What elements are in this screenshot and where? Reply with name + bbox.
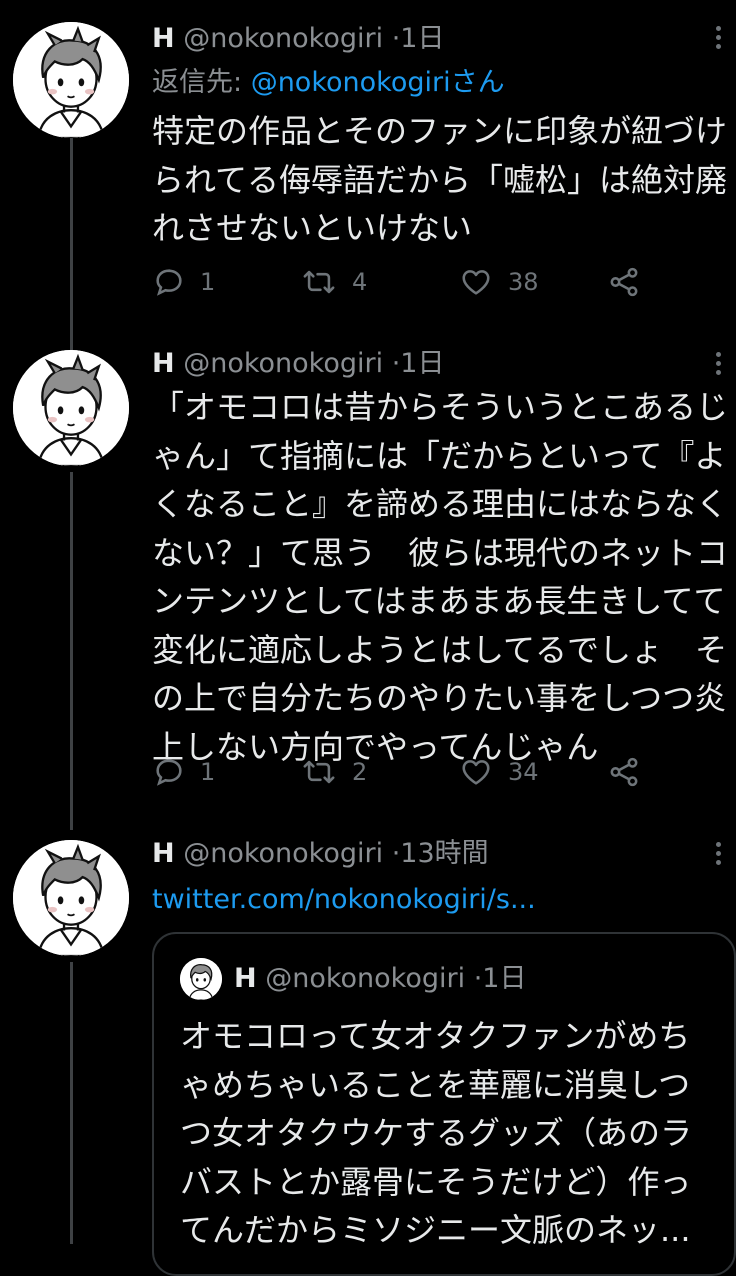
avatar-icon xyxy=(180,958,222,1000)
tweet[interactable]: H @nokonokogiri ·1日 返信先: @nokonokogiriさん… xyxy=(0,0,736,340)
reply-button[interactable]: 1 xyxy=(152,262,215,302)
quoted-tweet[interactable]: H @nokonokogiri ·1日 オモコロって女オタクファンがめち ゃめち… xyxy=(152,932,736,1276)
heart-icon xyxy=(462,270,490,295)
share-icon xyxy=(610,267,638,297)
tweet-text: 「オモコロは昔からそういうとこあるじ ゃん」て指摘には「だからといって『よ くな… xyxy=(152,388,729,766)
separator-dot: · xyxy=(391,348,401,379)
retweet-button[interactable]: 2 xyxy=(300,752,367,792)
reply-button[interactable]: 1 xyxy=(152,752,215,792)
timestamp[interactable]: 1日 xyxy=(400,348,444,379)
quote-display-name: H xyxy=(234,963,257,994)
avatar-icon xyxy=(13,22,129,138)
tweet[interactable]: H @nokonokogiri ·1日 「オモコロは昔からそういうとこあるじ ゃ… xyxy=(0,340,736,830)
avatar[interactable] xyxy=(13,840,129,956)
avatar[interactable] xyxy=(13,350,129,466)
quote-header: H @nokonokogiri ·1日 xyxy=(234,959,526,999)
heart-icon xyxy=(462,760,490,785)
tweet-link[interactable]: twitter.com/nokonokogiri/s... xyxy=(152,880,536,920)
retweet-button[interactable]: 4 xyxy=(300,262,367,302)
timestamp[interactable]: 1日 xyxy=(400,23,444,54)
user-handle[interactable]: @nokonokogiri xyxy=(183,23,383,54)
reply-prefix: 返信先: xyxy=(152,67,251,98)
separator-dot: · xyxy=(391,838,401,869)
avatar[interactable] xyxy=(13,22,129,138)
quote-avatar xyxy=(180,958,222,1000)
display-name[interactable]: H xyxy=(152,348,175,379)
reply-icon xyxy=(156,759,182,786)
separator-dot: · xyxy=(391,23,401,54)
retweet-count: 2 xyxy=(352,758,368,786)
quote-timestamp: 1日 xyxy=(482,963,527,994)
tweet-header: H @nokonokogiri ·13時間 xyxy=(152,834,489,874)
action-bar: 1 2 34 xyxy=(152,752,652,792)
tweet-text: 特定の作品とそのファンに印象が紐づけ られてる侮辱語だから「嘘松」は絶対廃 れさ… xyxy=(152,112,728,247)
more-icon[interactable] xyxy=(714,22,722,62)
action-bar: 1 4 38 xyxy=(152,262,652,302)
like-button[interactable]: 38 xyxy=(458,262,539,302)
reply-count: 1 xyxy=(200,268,216,296)
display-name[interactable]: H xyxy=(152,838,175,869)
reply-count: 1 xyxy=(200,758,216,786)
quote-user-handle: @nokonokogiri xyxy=(265,963,466,994)
reply-to-line: 返信先: @nokonokogiriさん xyxy=(152,63,505,103)
user-handle[interactable]: @nokonokogiri xyxy=(183,348,383,379)
share-button[interactable] xyxy=(607,262,641,302)
user-handle[interactable]: @nokonokogiri xyxy=(183,838,383,869)
retweet-icon xyxy=(303,270,335,294)
retweet-icon xyxy=(303,760,335,784)
display-name[interactable]: H xyxy=(152,23,175,54)
like-count: 38 xyxy=(508,268,539,296)
share-icon xyxy=(610,757,638,787)
like-count: 34 xyxy=(508,758,539,786)
quote-text: オモコロって女オタクファンがめち ゃめちゃいることを華麗に消臭しつ つ女オタクウ… xyxy=(180,1017,693,1249)
tweet[interactable]: H @nokonokogiri ·13時間 twitter.com/nokono… xyxy=(0,830,736,1276)
avatar-icon xyxy=(13,350,129,466)
reply-icon xyxy=(156,269,182,296)
retweet-count: 4 xyxy=(352,268,368,296)
timestamp[interactable]: 13時間 xyxy=(400,838,488,869)
tweet-header: H @nokonokogiri ·1日 xyxy=(152,344,444,384)
separator-dot: · xyxy=(473,963,483,994)
more-icon[interactable] xyxy=(714,348,722,388)
more-icon[interactable] xyxy=(714,838,722,878)
reply-to-handle[interactable]: @nokonokogiriさん xyxy=(251,67,505,98)
like-button[interactable]: 34 xyxy=(458,752,539,792)
share-button[interactable] xyxy=(607,752,641,792)
avatar-icon xyxy=(13,840,129,956)
tweet-header: H @nokonokogiri ·1日 xyxy=(152,19,444,59)
